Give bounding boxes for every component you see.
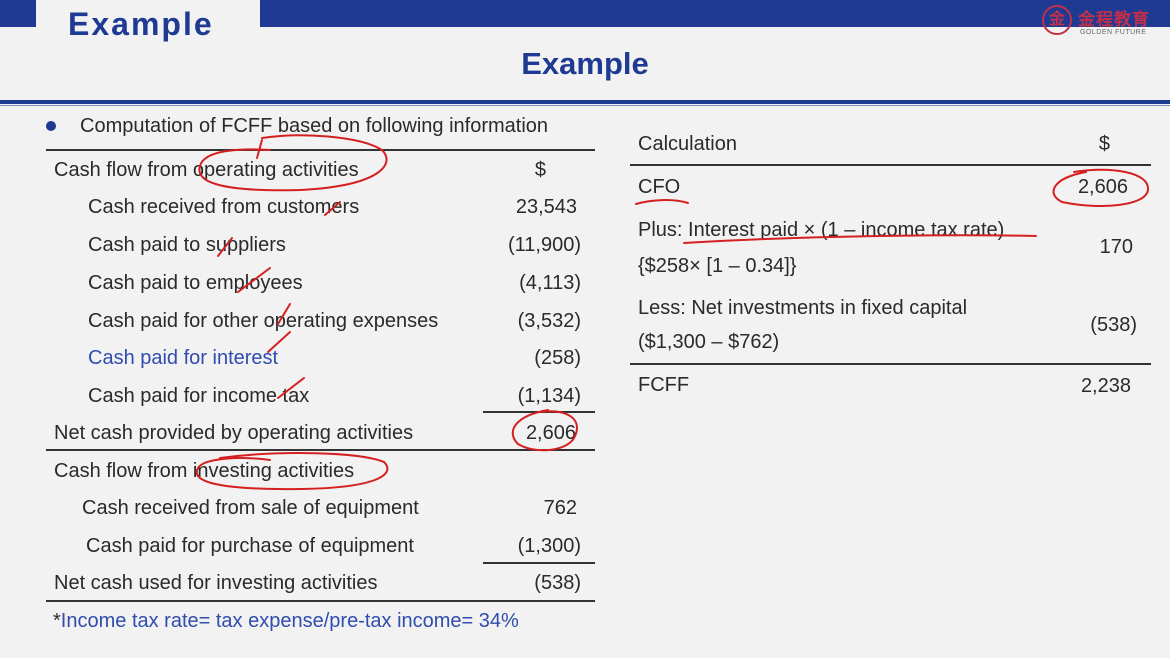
row-label: Cash received from sale of equipment: [82, 497, 419, 519]
row-value: (11,900): [507, 234, 581, 256]
bullet-icon: [46, 121, 56, 131]
calc-rule: [630, 164, 1151, 166]
row-label: Net cash used for investing activities: [54, 572, 378, 594]
logo-name-en: GOLDEN FUTURE: [1080, 29, 1147, 36]
row-label: Cash paid for income tax: [88, 385, 310, 407]
row-label: Cash paid to employees: [88, 272, 303, 294]
row-label: Cash paid for purchase of equipment: [86, 535, 414, 557]
footnote: *Income tax rate= tax expense/pre-tax in…: [53, 610, 519, 633]
plus-label: Interest paid × (1 – income tax rate): [688, 219, 1005, 241]
subtotal-rule: [483, 411, 595, 413]
fcff-label: FCFF: [638, 374, 690, 396]
footnote-star: *: [53, 610, 61, 632]
row-label: Cash flow from investing activities: [54, 460, 355, 482]
row-value: (3,532): [517, 310, 581, 332]
row-value: (1,300): [517, 535, 581, 557]
row-value: (1,134): [517, 385, 581, 407]
row-value: (538): [534, 572, 581, 594]
calc-header-value: $: [1098, 133, 1110, 155]
plus-value: 170: [1099, 236, 1133, 258]
plus-prefix: Plus:: [638, 219, 689, 241]
annotation-underline: [635, 199, 689, 205]
calc-rule: [630, 363, 1151, 365]
intro-text: Computation of FCFF based on following i…: [80, 115, 549, 137]
less-value: (538): [1090, 314, 1137, 336]
table-rule: [46, 149, 595, 151]
subtotal-rule: [483, 562, 595, 564]
row-label: Cash received from customers: [88, 196, 360, 218]
plus-line: Plus: Interest paid × (1 – income tax ra…: [638, 219, 1004, 242]
cfo-label: CFO: [638, 176, 681, 198]
plus-formula: {$258× [1 – 0.34]}: [638, 255, 797, 277]
row-label-highlight: Cash paid for interest: [88, 347, 279, 369]
cfo-value: 2,606: [1077, 176, 1128, 198]
logo-name-cn: 金程教育: [1078, 10, 1150, 29]
less-formula: ($1,300 – $762): [638, 331, 780, 353]
footnote-text: Income tax rate= tax expense/pre-tax inc…: [60, 610, 519, 632]
table-rule: [46, 600, 595, 602]
row-value: (258): [534, 347, 581, 369]
row-label: Cash flow from operating activities: [54, 159, 359, 181]
row-value: $: [534, 159, 546, 181]
less-label: Less: Net investments in fixed capital: [638, 297, 968, 319]
brand-logo: 金 金程教育 GOLDEN FUTURE: [1042, 5, 1162, 39]
row-value: 762: [543, 497, 577, 519]
row-value: 23,543: [515, 196, 577, 218]
slide-title: Example: [521, 46, 649, 81]
title-divider-thin: [0, 105, 1170, 106]
calc-header-label: Calculation: [638, 133, 737, 155]
fcff-value: 2,238: [1080, 375, 1131, 397]
row-value: 2,606: [525, 422, 576, 444]
title-divider: [0, 100, 1170, 104]
row-label: Cash paid to suppliers: [88, 234, 286, 256]
tab-title: Example: [68, 6, 214, 42]
row-value: (4,113): [519, 272, 581, 294]
table-rule: [46, 449, 595, 451]
row-label: Cash paid for other operating expenses: [88, 310, 439, 332]
logo-emblem-icon: 金: [1042, 5, 1072, 35]
row-label: Net cash provided by operating activitie…: [54, 422, 414, 444]
